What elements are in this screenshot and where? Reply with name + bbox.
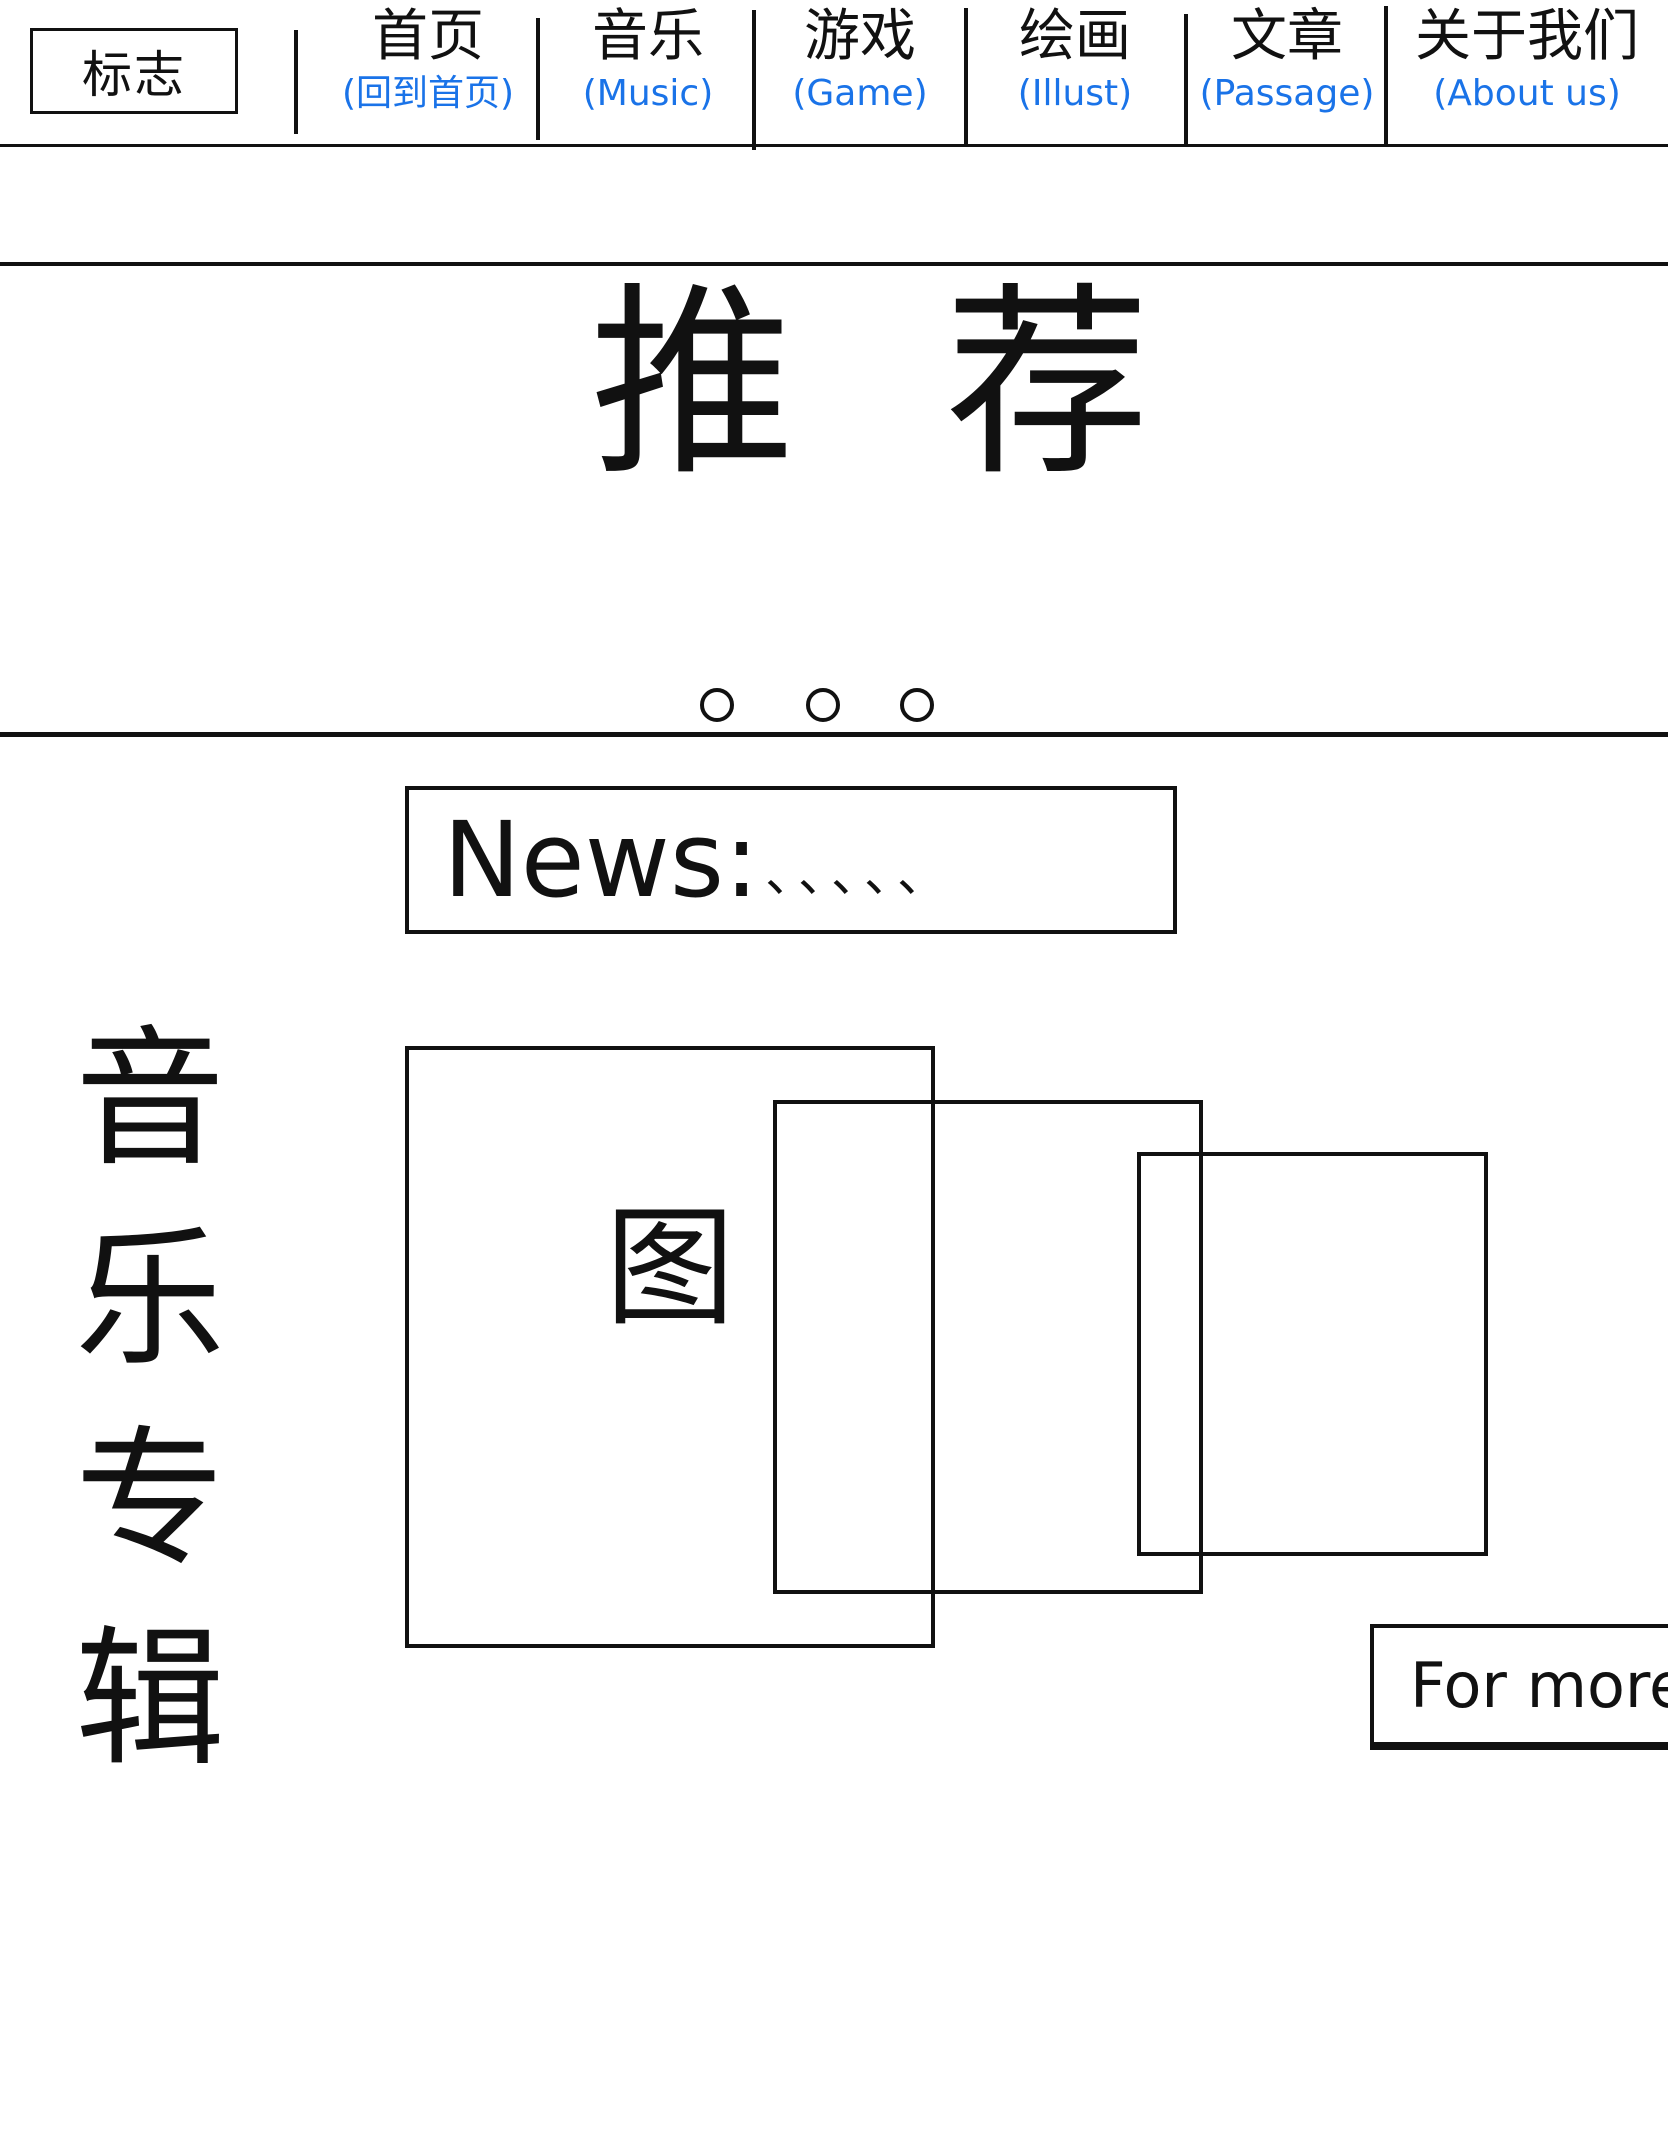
banner-bottom-border — [0, 732, 1668, 737]
carousel-dot-3[interactable] — [900, 688, 934, 722]
nav-item-about-sublabel: (About us) — [1433, 73, 1621, 114]
top-nav: 标志 首页 (回到首页) 音乐 (Music) 游戏 (Game) 绘画 (Il… — [0, 0, 1668, 150]
album-image-placeholder: 图 — [604, 1192, 735, 1344]
carousel-dot-2[interactable] — [806, 688, 840, 722]
nav-item-music-sublabel: (Music) — [582, 73, 714, 114]
section-label-char: 音 — [74, 1013, 225, 1187]
nav-divider — [536, 18, 540, 140]
nav-item-home-label: 首页 — [372, 4, 484, 69]
nav-divider — [1184, 14, 1188, 144]
nav-item-music-label: 音乐 — [592, 4, 704, 69]
logo[interactable]: 标志 — [30, 28, 238, 114]
section-label-char: 辑 — [74, 1613, 225, 1787]
nav-item-music[interactable]: 音乐 (Music) — [548, 4, 748, 142]
for-more-label: For more — [1410, 1648, 1668, 1722]
nav-divider — [752, 10, 756, 150]
nav-item-illust[interactable]: 绘画 (Illust) — [970, 4, 1180, 142]
nav-item-game-sublabel: (Game) — [792, 73, 928, 114]
nav-divider — [294, 30, 298, 134]
nav-item-illust-sublabel: (Illust) — [1017, 73, 1133, 114]
nav-item-home-sublabel: (回到首页) — [341, 73, 515, 114]
nav-item-game-label: 游戏 — [804, 4, 916, 69]
section-label-char: 专 — [74, 1413, 225, 1587]
nav-item-passage-sublabel: (Passage) — [1199, 73, 1375, 114]
nav-item-home[interactable]: 首页 (回到首页) — [318, 4, 538, 142]
news-label: News: — [443, 799, 760, 921]
nav-divider — [1384, 6, 1388, 144]
nav-bottom-border — [0, 144, 1668, 147]
carousel-dot-1[interactable] — [700, 688, 734, 722]
nav-item-about[interactable]: 关于我们 (About us) — [1392, 4, 1662, 142]
carousel-indicators — [700, 688, 940, 728]
news-ticker[interactable]: News: 、、、、、 — [405, 786, 1177, 934]
nav-item-game[interactable]: 游戏 (Game) — [760, 4, 960, 142]
nav-item-illust-label: 绘画 — [1019, 4, 1131, 69]
album-card-1[interactable]: 图 — [405, 1046, 935, 1648]
section-label-char: 乐 — [74, 1213, 225, 1387]
nav-item-passage[interactable]: 文章 (Passage) — [1192, 4, 1382, 142]
for-more-button[interactable]: For more — [1370, 1624, 1668, 1750]
nav-item-passage-label: 文章 — [1231, 4, 1343, 69]
news-ellipsis: 、、、、、 — [765, 845, 956, 903]
nav-item-about-label: 关于我们 — [1415, 4, 1639, 69]
music-albums-section-label: 音 乐 专 辑 — [30, 1000, 270, 1800]
recommend-banner-title: 推荐 — [590, 266, 1300, 504]
nav-divider — [964, 8, 968, 146]
